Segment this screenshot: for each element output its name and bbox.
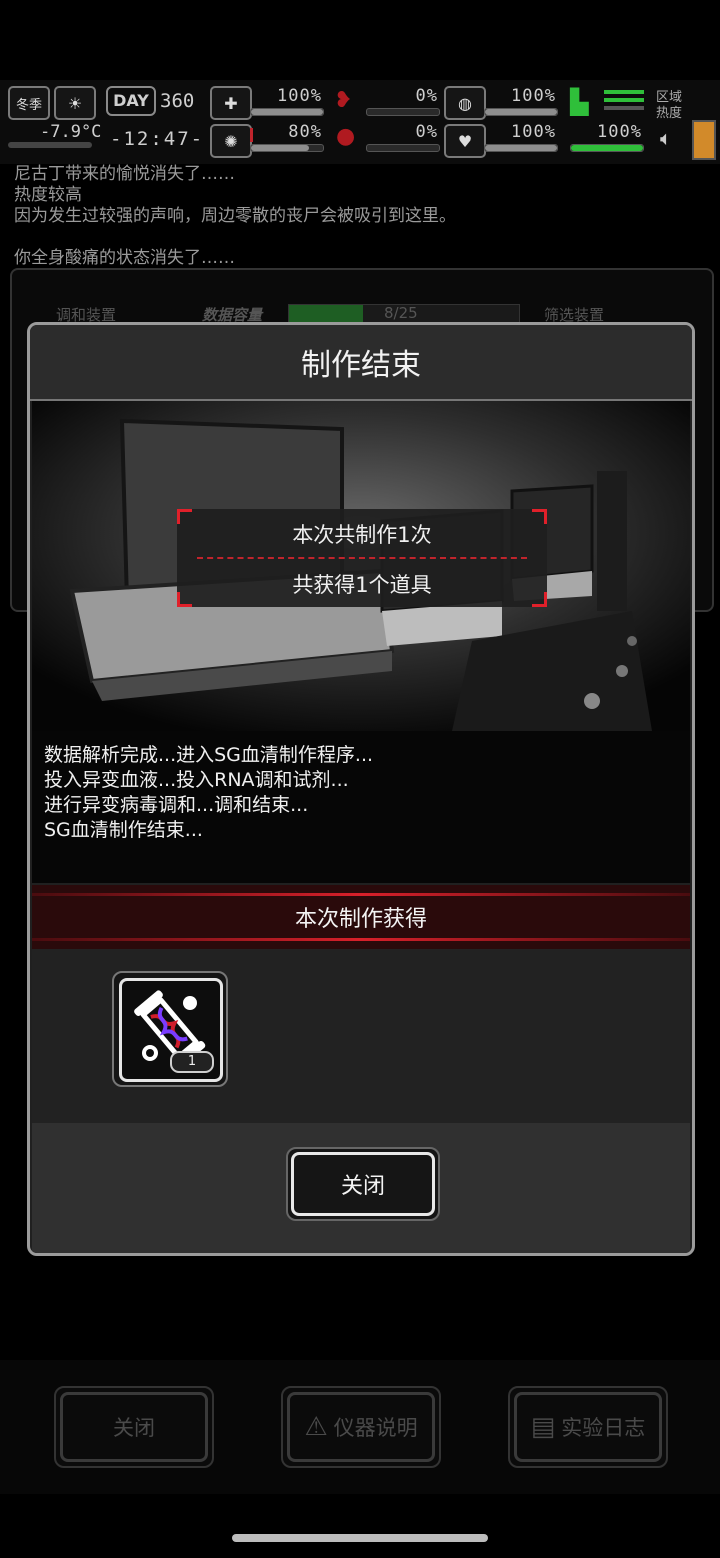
gain-header: 本次制作获得 bbox=[32, 885, 690, 949]
mental-value: 80% bbox=[288, 122, 322, 142]
mental-bar bbox=[250, 144, 324, 152]
warning-icon: ⚠ bbox=[304, 1412, 328, 1442]
summary-separator bbox=[197, 557, 527, 559]
item-quantity-badge: 1 bbox=[170, 1051, 214, 1073]
reward-item-list: 1 bbox=[32, 949, 690, 1123]
brain-icon: ✺ bbox=[210, 124, 252, 158]
status-hud: 冬季 ☀ -7.9°C DAY 360 -12:47- ✚ 100% ❥ 0% … bbox=[0, 80, 720, 164]
blood-value: 0% bbox=[415, 122, 438, 142]
bottom-close-button[interactable]: 关闭 bbox=[54, 1386, 214, 1468]
story-line: SG血清制作结束... bbox=[44, 819, 203, 841]
region-heat-label: 区域 热度 bbox=[656, 90, 683, 121]
home-indicator[interactable] bbox=[232, 1534, 488, 1542]
craft-summary-box: 本次共制作1次 共获得1个道具 bbox=[177, 509, 547, 607]
reward-item-slot[interactable]: 1 bbox=[112, 971, 228, 1087]
health-bar bbox=[250, 108, 324, 116]
log-line: 你全身酸痛的状态消失了…… bbox=[14, 248, 235, 268]
heart-value: 100% bbox=[511, 122, 556, 142]
lab-scene-image: 本次共制作1次 共获得1个道具 bbox=[32, 401, 690, 731]
medkit-icon: ✚ bbox=[210, 86, 252, 120]
story-line: 数据解析完成...进入SG血清制作程序... bbox=[44, 744, 374, 766]
season-label: 冬季 bbox=[15, 97, 42, 113]
message-log: 尼古丁带来的愉悦消失了…… 热度较高 因为发生过较强的声响，周边零散的丧尸会被吸… bbox=[14, 164, 714, 269]
speaker-icon[interactable]: 🔈︎ bbox=[660, 126, 672, 150]
log-line: 因为发生过较强的声响，周边零散的丧尸会被吸引到这里。 bbox=[14, 206, 456, 226]
craft-result-dialog: 制作结束 本次共制作1次 共获得1个道具 数据解析完成...进入SG血清制作程序… bbox=[27, 322, 695, 1256]
story-line: 进行异变病毒调和...调和结束... bbox=[44, 794, 309, 816]
story-line: 投入异变血液...投入RNA调和试剂... bbox=[44, 769, 349, 791]
crafting-story: 数据解析完成...进入SG血清制作程序... 投入异变血液...投入RNA调和试… bbox=[32, 731, 690, 883]
dialog-close-button[interactable]: 关闭 bbox=[286, 1147, 440, 1221]
stomach-bar bbox=[484, 108, 558, 116]
signal-icon bbox=[604, 90, 644, 112]
day-badge: DAY bbox=[106, 86, 156, 116]
stomach-organ-icon: ❥ bbox=[334, 88, 353, 113]
log-line: 尼古丁带来的愉悦消失了…… bbox=[14, 164, 235, 184]
document-icon: ▤ bbox=[530, 1412, 556, 1442]
stamina-bar bbox=[570, 144, 644, 152]
bleeding-value: 0% bbox=[415, 86, 438, 106]
heat-meter bbox=[692, 120, 716, 160]
experiment-log-button[interactable]: ▤ 实验日志 bbox=[508, 1386, 668, 1468]
boot-icon: ▙ bbox=[570, 88, 589, 116]
temperature-gauge bbox=[8, 142, 92, 148]
device-manual-button[interactable]: ⚠ 仪器说明 bbox=[281, 1386, 441, 1468]
experiment-log-label: 实验日志 bbox=[561, 1416, 646, 1440]
heart-icon: ♥ bbox=[444, 124, 486, 158]
dialog-footer: 关闭 bbox=[32, 1123, 690, 1253]
capacity-value: 8/25 bbox=[384, 304, 418, 322]
dialog-close-label: 关闭 bbox=[291, 1152, 435, 1216]
sun-icon: ☀ bbox=[54, 86, 96, 120]
blood-bar bbox=[366, 144, 440, 152]
log-line: 热度较高 bbox=[14, 185, 82, 205]
season-icon: 冬季 bbox=[8, 86, 50, 120]
health-value: 100% bbox=[277, 86, 322, 106]
clock-readout: -12:47- bbox=[110, 128, 205, 150]
item-frame: 1 bbox=[119, 978, 223, 1082]
stomach-value: 100% bbox=[511, 86, 556, 106]
temperature-readout: -7.9°C bbox=[40, 122, 102, 142]
item-count-text: 共获得1个道具 bbox=[292, 573, 432, 597]
day-number: 360 bbox=[160, 90, 195, 112]
bottom-close-label: 关闭 bbox=[113, 1416, 155, 1440]
blood-drop-icon: ● bbox=[336, 124, 356, 149]
bleeding-bar bbox=[366, 108, 440, 116]
pill-icon: ◍ bbox=[444, 86, 486, 120]
stamina-value: 100% bbox=[597, 122, 642, 142]
dialog-title: 制作结束 bbox=[30, 325, 692, 401]
heart-bar bbox=[484, 144, 558, 152]
device-manual-label: 仪器说明 bbox=[333, 1416, 418, 1440]
craft-count-text: 本次共制作1次 bbox=[292, 523, 432, 547]
